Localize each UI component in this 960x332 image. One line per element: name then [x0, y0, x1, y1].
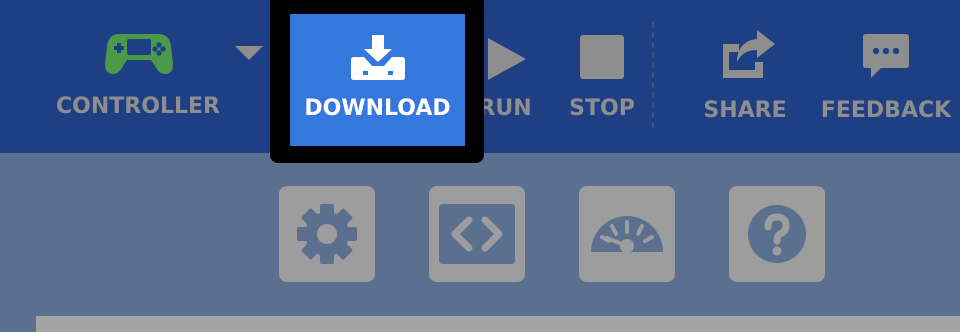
stop-button[interactable]: STOP — [562, 22, 642, 132]
bottom-panel-gap — [0, 316, 36, 332]
toolbar-divider — [652, 22, 654, 128]
help-button[interactable] — [729, 186, 825, 282]
controller-button[interactable]: CONTROLLER — [40, 20, 236, 130]
code-button[interactable] — [429, 186, 525, 282]
dashboard-button[interactable] — [579, 186, 675, 282]
bottom-panel-edge — [0, 316, 960, 332]
stop-label: STOP — [569, 96, 635, 121]
feedback-label: FEEDBACK — [820, 98, 952, 123]
feedback-button[interactable]: FEEDBACK — [816, 22, 956, 132]
stop-icon — [580, 35, 624, 79]
share-icon — [723, 30, 775, 78]
controller-label: CONTROLLER — [56, 94, 220, 119]
download-button[interactable]: DOWNLOAD — [290, 14, 465, 146]
chat-icon — [863, 34, 909, 78]
share-button[interactable]: SHARE — [690, 22, 800, 132]
share-label: SHARE — [703, 98, 787, 123]
code-icon — [439, 204, 515, 264]
download-icon — [351, 35, 405, 80]
gear-icon — [297, 204, 357, 264]
play-icon — [488, 38, 526, 80]
settings-button[interactable] — [279, 186, 375, 282]
help-icon — [748, 205, 806, 263]
download-label: DOWNLOAD — [304, 96, 451, 121]
chevron-down-icon[interactable] — [235, 46, 263, 62]
gauge-icon — [591, 216, 663, 253]
gamepad-icon — [105, 34, 173, 74]
